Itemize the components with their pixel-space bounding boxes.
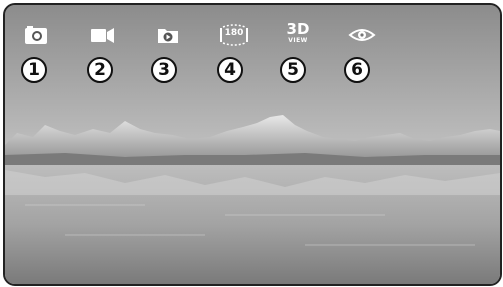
view-3d-label: 3D bbox=[286, 20, 310, 38]
callout-badge-5: 5 bbox=[280, 57, 306, 83]
playback-button[interactable] bbox=[146, 19, 190, 51]
callout-badge-1: 1 bbox=[21, 57, 47, 83]
view-3d-sublabel: VIEW bbox=[288, 37, 308, 44]
video-camera-icon bbox=[91, 28, 114, 43]
camera-screen: 180 3D VIEW bbox=[3, 3, 502, 286]
panorama-180-label: 180 bbox=[224, 28, 244, 38]
photo-mode-button[interactable] bbox=[14, 19, 58, 51]
video-mode-button[interactable] bbox=[80, 19, 124, 51]
callout-badge-6: 6 bbox=[344, 57, 370, 83]
eye-icon bbox=[348, 29, 376, 41]
view-3d-icon: 3D VIEW bbox=[281, 22, 315, 44]
callout-badge-2: 2 bbox=[87, 57, 113, 83]
playback-folder-icon bbox=[158, 29, 178, 43]
photo-camera-icon bbox=[25, 26, 47, 44]
mode-toolbar: 180 3D VIEW bbox=[5, 5, 500, 55]
eye-view-button[interactable] bbox=[340, 19, 384, 51]
callout-badge-3: 3 bbox=[151, 57, 177, 83]
callout-badge-4: 4 bbox=[217, 57, 243, 83]
